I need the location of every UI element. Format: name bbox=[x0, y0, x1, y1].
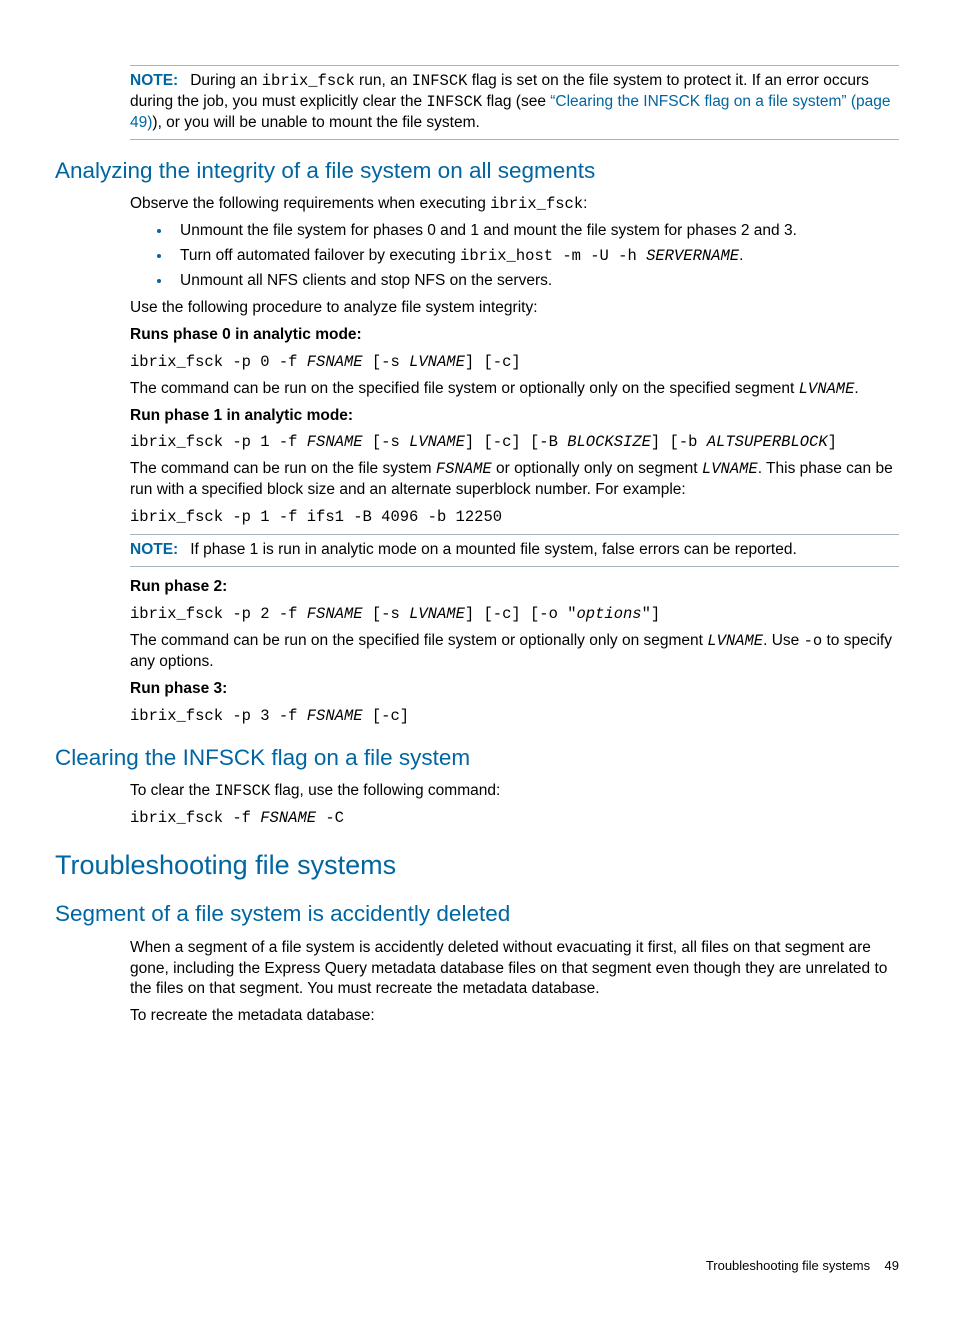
footer-page-number: 49 bbox=[885, 1258, 899, 1273]
code: [-c] bbox=[363, 707, 410, 725]
code-italic: ALTSUPERBLOCK bbox=[707, 433, 828, 451]
heading-troubleshooting: Troubleshooting file systems bbox=[55, 847, 899, 883]
t: : bbox=[583, 195, 587, 212]
note-text: If phase 1 is run in analytic mode on a … bbox=[190, 541, 797, 558]
paragraph: The command can be run on the file syste… bbox=[130, 459, 899, 501]
t: . Use bbox=[763, 632, 803, 649]
page-content: NOTE:During an ibrix_fsck run, an INFSCK… bbox=[0, 0, 954, 1320]
command-line: ibrix_fsck -f FSNAME -C bbox=[130, 808, 899, 829]
code-italic: FSNAME bbox=[307, 433, 363, 451]
footer-section: Troubleshooting file systems bbox=[706, 1258, 870, 1273]
command-line: ibrix_fsck -p 2 -f FSNAME [-s LVNAME] [-… bbox=[130, 604, 899, 625]
phase-heading: Run phase 2: bbox=[130, 577, 899, 598]
list-item: Turn off automated failover by executing… bbox=[172, 246, 899, 267]
code: INFSCK bbox=[426, 93, 482, 111]
t: or optionally only on segment bbox=[492, 460, 702, 477]
phase-heading: Run phase 1 in analytic mode: bbox=[130, 406, 899, 427]
paragraph: The command can be run on the specified … bbox=[130, 631, 899, 673]
t: During an bbox=[190, 72, 262, 89]
code-italic: LVNAME bbox=[409, 433, 465, 451]
t: To clear the bbox=[130, 782, 214, 799]
code-italic: LVNAME bbox=[409, 353, 465, 371]
list-item: Unmount all NFS clients and stop NFS on … bbox=[172, 271, 899, 292]
command-line: ibrix_fsck -p 1 -f FSNAME [-s LVNAME] [-… bbox=[130, 432, 899, 453]
command-line: ibrix_fsck -p 1 -f ifs1 -B 4096 -b 12250 bbox=[130, 507, 899, 528]
code: ibrix_fsck bbox=[262, 72, 355, 90]
note-box-1: NOTE:During an ibrix_fsck run, an INFSCK… bbox=[130, 65, 899, 140]
heading-segment-deleted: Segment of a file system is accidently d… bbox=[55, 899, 899, 929]
t: . bbox=[854, 380, 858, 397]
paragraph: To recreate the metadata database: bbox=[130, 1006, 899, 1027]
t: The command can be run on the file syste… bbox=[130, 460, 436, 477]
code: ] bbox=[828, 433, 837, 451]
code-italic: FSNAME bbox=[307, 605, 363, 623]
t: . bbox=[739, 247, 743, 264]
code: [-s bbox=[363, 605, 410, 623]
t: flag (see bbox=[482, 93, 550, 110]
code: -o bbox=[804, 632, 823, 650]
code-italic: FSNAME bbox=[307, 353, 363, 371]
page-footer: Troubleshooting file systems 49 bbox=[55, 1257, 899, 1275]
t: The command can be run on the specified … bbox=[130, 632, 707, 649]
note-box-2: NOTE: If phase 1 is run in analytic mode … bbox=[130, 534, 899, 567]
section-body: Run phase 2: ibrix_fsck -p 2 -f FSNAME [… bbox=[130, 577, 899, 727]
code-italic: LVNAME bbox=[702, 460, 758, 478]
requirement-list: Unmount the file system for phases 0 and… bbox=[130, 221, 899, 292]
t: Turn off automated failover by executing bbox=[180, 247, 460, 264]
t: run, an bbox=[355, 72, 412, 89]
list-item: Unmount the file system for phases 0 and… bbox=[172, 221, 899, 242]
code: -C bbox=[316, 809, 344, 827]
paragraph: The command can be run on the specified … bbox=[130, 379, 899, 400]
phase-heading: Runs phase 0 in analytic mode: bbox=[130, 325, 899, 346]
code-italic: LVNAME bbox=[707, 632, 763, 650]
code-italic: LVNAME bbox=[799, 380, 855, 398]
note-text: During an ibrix_fsck run, an INFSCK flag… bbox=[130, 72, 891, 131]
code-italic: FSNAME bbox=[260, 809, 316, 827]
code: ibrix_fsck -p 2 -f bbox=[130, 605, 307, 623]
code-italic: BLOCKSIZE bbox=[567, 433, 651, 451]
code: [-s bbox=[363, 433, 410, 451]
code-italic: SERVERNAME bbox=[646, 247, 739, 265]
code-italic: FSNAME bbox=[307, 707, 363, 725]
command-line: ibrix_fsck -p 3 -f FSNAME [-c] bbox=[130, 706, 899, 727]
code-italic: LVNAME bbox=[409, 605, 465, 623]
note-label: NOTE: bbox=[130, 541, 178, 558]
code: ibrix_host -m -U -h bbox=[460, 247, 646, 265]
command-line: ibrix_fsck -p 0 -f FSNAME [-s LVNAME] [-… bbox=[130, 352, 899, 373]
code: ] [-c] [-B bbox=[465, 433, 567, 451]
paragraph: When a segment of a file system is accid… bbox=[130, 938, 899, 1001]
code: INFSCK bbox=[214, 782, 270, 800]
heading-analyze-integrity: Analyzing the integrity of a file system… bbox=[55, 156, 899, 186]
heading-clear-infsck: Clearing the INFSCK flag on a file syste… bbox=[55, 743, 899, 773]
t: Observe the following requirements when … bbox=[130, 195, 490, 212]
code: ] [-b bbox=[651, 433, 707, 451]
code: ibrix_fsck -p 1 -f bbox=[130, 433, 307, 451]
code: [-s bbox=[363, 353, 410, 371]
code: "] bbox=[642, 605, 661, 623]
section-body: When a segment of a file system is accid… bbox=[130, 938, 899, 1028]
code: ibrix_fsck -p 0 -f bbox=[130, 353, 307, 371]
code: INFSCK bbox=[412, 72, 468, 90]
t: Unmount all NFS clients and stop NFS on … bbox=[180, 272, 552, 289]
code-italic: FSNAME bbox=[436, 460, 492, 478]
phase-heading: Run phase 3: bbox=[130, 679, 899, 700]
section-body: To clear the INFSCK flag, use the follow… bbox=[130, 781, 899, 829]
code-italic: options bbox=[577, 605, 642, 623]
t: The command can be run on the specified … bbox=[130, 380, 799, 397]
code: ibrix_fsck bbox=[490, 195, 583, 213]
paragraph: Observe the following requirements when … bbox=[130, 194, 899, 215]
t: ), or you will be unable to mount the fi… bbox=[152, 114, 479, 131]
code: ] [-c] [-o " bbox=[465, 605, 577, 623]
note-label: NOTE: bbox=[130, 72, 178, 89]
paragraph: Use the following procedure to analyze f… bbox=[130, 298, 899, 319]
code: ibrix_fsck -p 3 -f bbox=[130, 707, 307, 725]
paragraph: To clear the INFSCK flag, use the follow… bbox=[130, 781, 899, 802]
code: ] [-c] bbox=[465, 353, 521, 371]
t: Unmount the file system for phases 0 and… bbox=[180, 222, 797, 239]
code: ibrix_fsck -f bbox=[130, 809, 260, 827]
section-body: Observe the following requirements when … bbox=[130, 194, 899, 528]
t: flag, use the following command: bbox=[270, 782, 500, 799]
